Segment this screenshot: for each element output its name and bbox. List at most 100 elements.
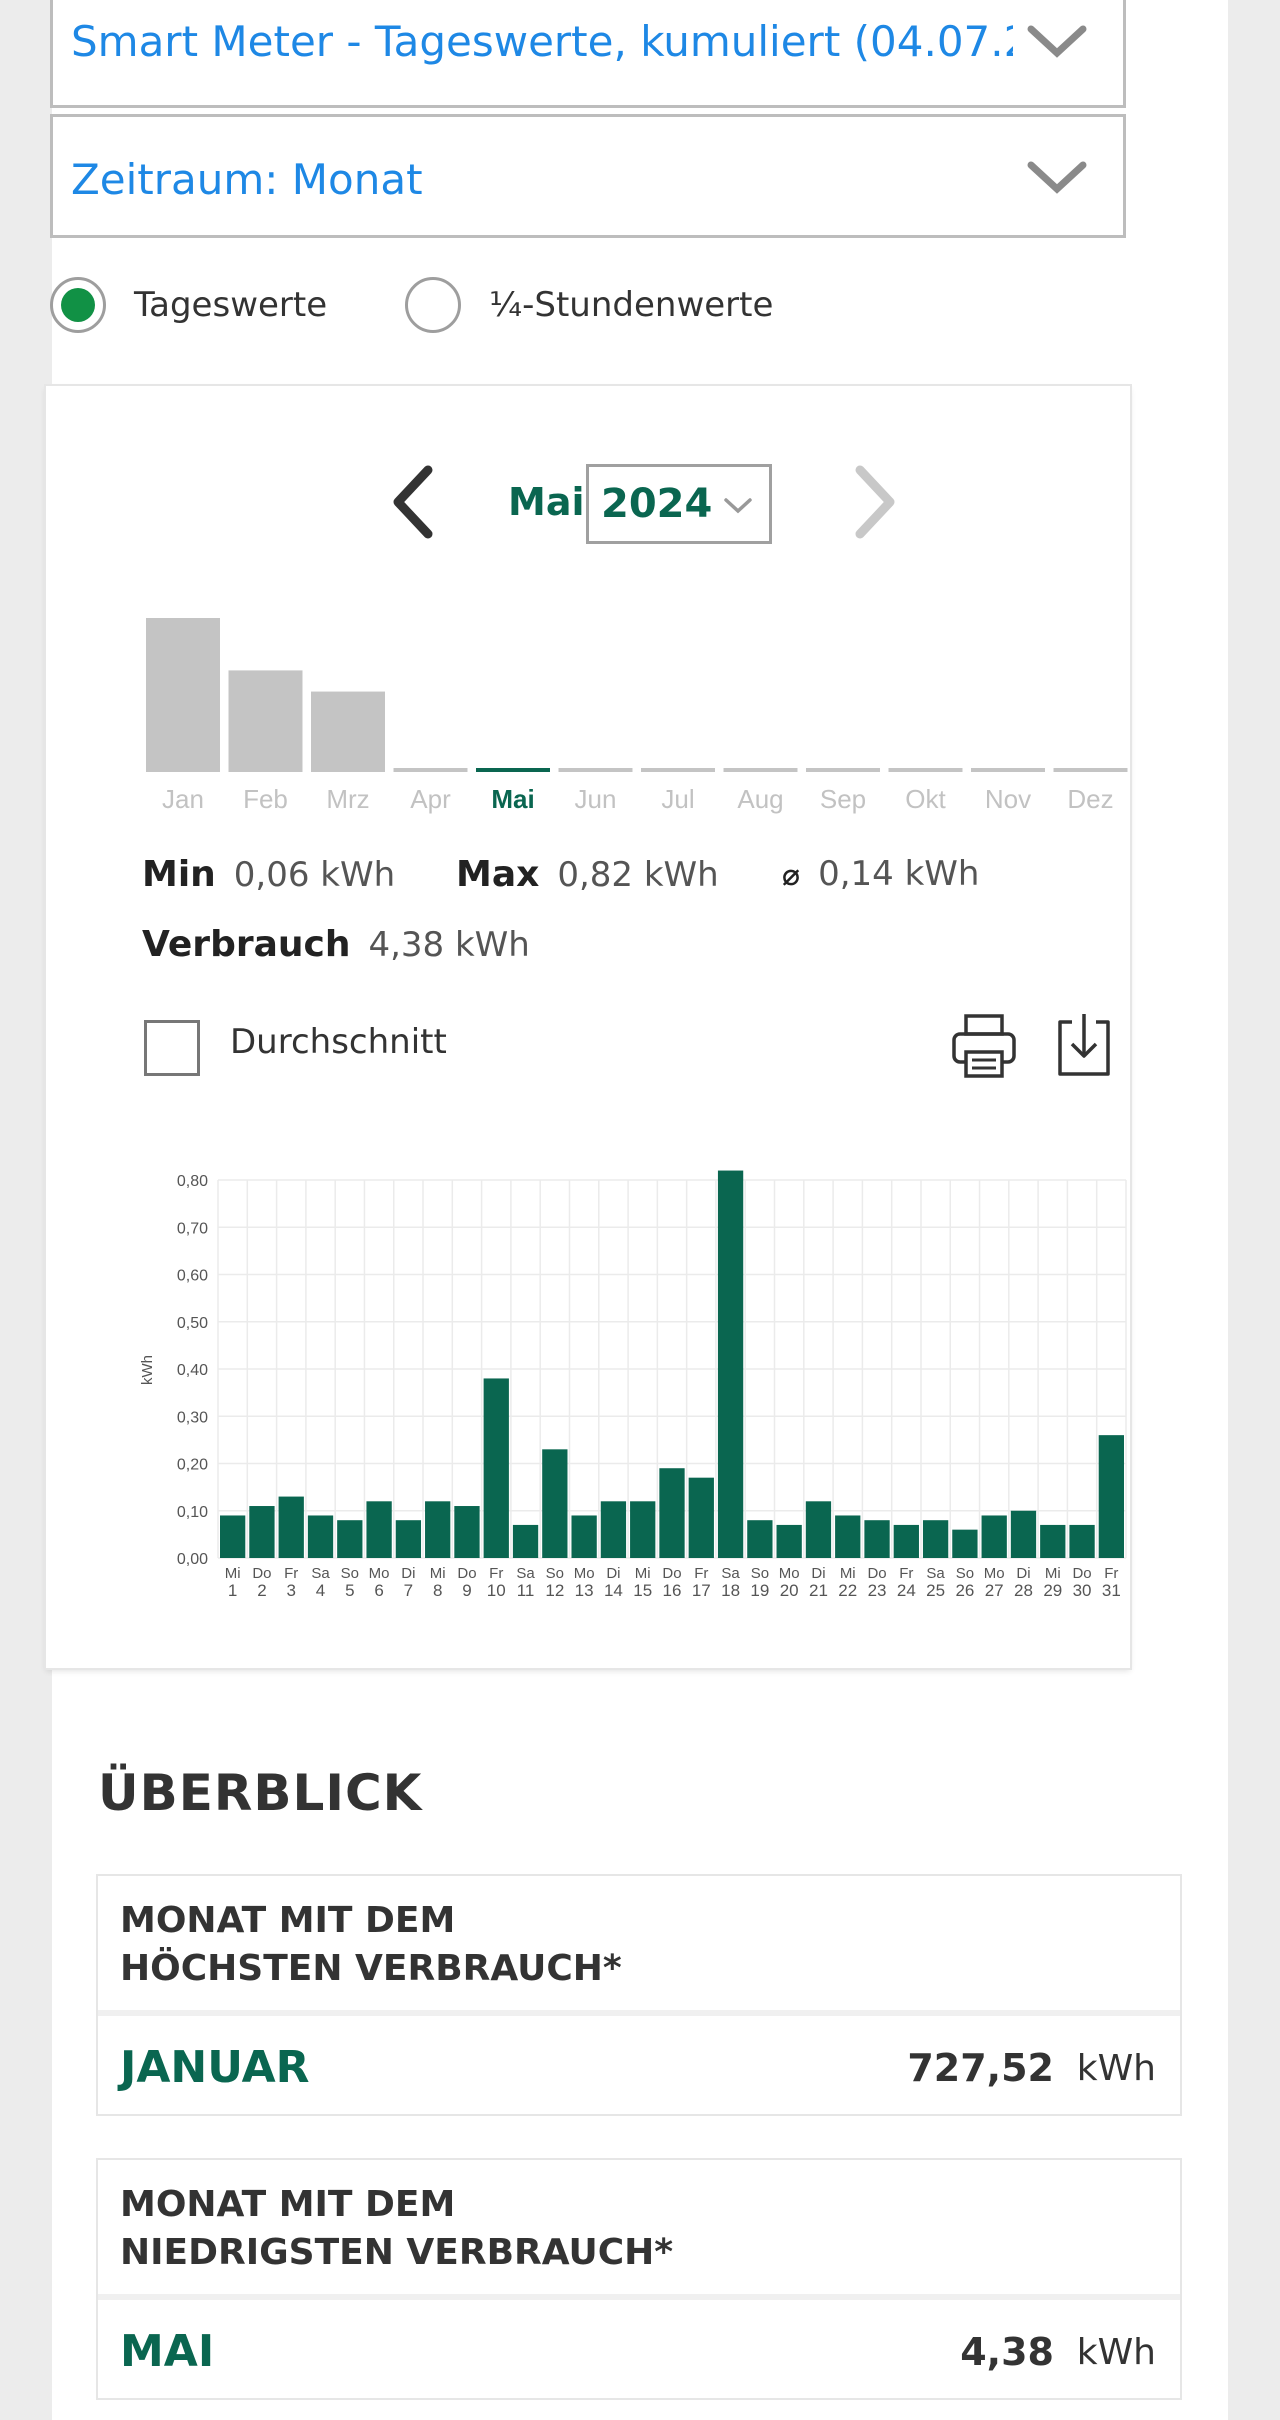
- day-bar: [512, 1524, 539, 1558]
- x-tick-day: 4: [316, 1581, 325, 1600]
- x-tick-weekday: Sa: [926, 1565, 945, 1582]
- stat-min-label: Min: [142, 854, 216, 895]
- day-bar: [835, 1515, 861, 1558]
- day-bar: [395, 1520, 422, 1558]
- month-label-sep[interactable]: Sep: [820, 784, 866, 814]
- x-tick-weekday: Do: [457, 1565, 476, 1582]
- stat-total: Verbrauch 4,38 kWh: [142, 924, 530, 965]
- value-type-radios: Tageswerte ¼-Stundenwerte: [50, 270, 773, 340]
- month-bar-okt[interactable]: [888, 768, 963, 772]
- x-tick-day: 7: [404, 1581, 413, 1600]
- overview-highest-line2: HÖCHSTEN VERBRAUCH*: [120, 1948, 622, 1989]
- overview-title: ÜBERBLICK: [98, 1764, 423, 1822]
- x-tick-day: 3: [286, 1581, 295, 1600]
- x-tick-weekday: Fr: [899, 1565, 913, 1582]
- month-label-apr[interactable]: Apr: [410, 784, 451, 814]
- y-tick-label: 0,50: [177, 1315, 208, 1332]
- month-label-mai[interactable]: Mai: [491, 784, 534, 814]
- month-label-aug[interactable]: Aug: [737, 784, 783, 814]
- day-bar: [1010, 1510, 1037, 1558]
- day-bar: [366, 1501, 392, 1558]
- x-tick-weekday: Mi: [430, 1565, 446, 1582]
- overview-lowest-unit: kWh: [1076, 2332, 1156, 2373]
- day-bar: [337, 1520, 363, 1558]
- month-label-nov[interactable]: Nov: [985, 784, 1031, 814]
- month-bar-sep[interactable]: [806, 768, 880, 772]
- y-tick-label: 0,20: [177, 1457, 208, 1474]
- overview-lowest-value: 4,38: [960, 2330, 1054, 2374]
- x-tick-weekday: Do: [252, 1565, 271, 1582]
- day-bar: [220, 1515, 246, 1558]
- y-tick-label: 0,60: [177, 1268, 208, 1285]
- month-bar-jan[interactable]: [146, 618, 220, 772]
- stat-max-label: Max: [456, 854, 540, 895]
- month-bar-dez[interactable]: [1053, 768, 1128, 772]
- x-tick-weekday: Do: [1072, 1565, 1091, 1582]
- period-select[interactable]: Zeitraum: Monat: [50, 114, 1126, 238]
- x-tick-day: 29: [1043, 1581, 1062, 1600]
- average-icon: ⌀: [782, 858, 801, 893]
- previous-month-arrow[interactable]: [384, 462, 444, 542]
- x-tick-day: 31: [1102, 1581, 1121, 1600]
- day-bar: [249, 1506, 275, 1558]
- month-label-okt[interactable]: Okt: [905, 784, 946, 814]
- month-bar-apr[interactable]: [393, 768, 468, 772]
- month-bar-mai[interactable]: [476, 768, 550, 772]
- x-tick-weekday: Di: [811, 1565, 825, 1582]
- x-tick-day: 16: [663, 1581, 682, 1600]
- radio-selected-dot: [61, 288, 95, 322]
- x-tick-day: 25: [926, 1581, 945, 1600]
- average-checkbox[interactable]: [144, 1020, 200, 1076]
- x-tick-weekday: Mi: [635, 1565, 651, 1582]
- radio-tageswerte[interactable]: [50, 277, 106, 333]
- month-label-jan[interactable]: Jan: [162, 784, 204, 814]
- x-tick-weekday: So: [956, 1565, 974, 1582]
- stat-total-label: Verbrauch: [142, 924, 351, 965]
- year-select[interactable]: 2024: [586, 464, 772, 544]
- download-icon[interactable]: [1048, 1010, 1120, 1082]
- day-bar: [776, 1524, 802, 1558]
- x-tick-weekday: Do: [867, 1565, 886, 1582]
- overview-highest-value: 727,52: [907, 2046, 1054, 2090]
- x-tick-day: 5: [345, 1581, 354, 1600]
- month-label-feb[interactable]: Feb: [243, 784, 288, 814]
- radio-viertelstundenwerte[interactable]: [405, 277, 462, 333]
- x-tick-day: 15: [633, 1581, 652, 1600]
- x-tick-day: 2: [257, 1581, 266, 1600]
- overview-highest-card: MONAT MIT DEM HÖCHSTEN VERBRAUCH* JANUAR…: [98, 1876, 1180, 2114]
- x-tick-weekday: Di: [1016, 1565, 1030, 1582]
- day-bar: [864, 1520, 890, 1558]
- meter-select[interactable]: Smart Meter - Tageswerte, kumuliert (04.…: [50, 0, 1126, 108]
- printer-icon[interactable]: [948, 1010, 1020, 1082]
- overview-highest-month: JANUAR: [120, 2042, 310, 2093]
- month-label-jun[interactable]: Jun: [575, 784, 617, 814]
- x-tick-day: 12: [545, 1581, 564, 1600]
- month-label-jul[interactable]: Jul: [661, 784, 694, 814]
- month-label-mrz[interactable]: Mrz: [326, 784, 369, 814]
- stat-min: Min 0,06 kWh: [142, 854, 395, 895]
- x-tick-weekday: So: [546, 1565, 564, 1582]
- day-bar: [688, 1477, 714, 1558]
- x-tick-day: 22: [838, 1581, 857, 1600]
- month-bar-mrz[interactable]: [311, 691, 385, 772]
- stat-max-value: 0,82 kWh: [557, 855, 719, 895]
- x-tick-day: 27: [985, 1581, 1004, 1600]
- month-bar-nov[interactable]: [971, 768, 1045, 772]
- overview-lowest-month: MAI: [120, 2326, 215, 2377]
- month-bar-aug[interactable]: [723, 768, 798, 772]
- y-tick-label: 0,10: [177, 1504, 208, 1521]
- x-tick-day: 30: [1073, 1581, 1092, 1600]
- overview-highest-unit: kWh: [1076, 2048, 1156, 2089]
- x-tick-weekday: Fr: [489, 1565, 503, 1582]
- month-label-dez[interactable]: Dez: [1067, 784, 1113, 814]
- month-bar-feb[interactable]: [228, 670, 303, 772]
- x-tick-weekday: Mi: [840, 1565, 856, 1582]
- month-bar-jul[interactable]: [641, 768, 715, 772]
- x-tick-weekday: Mi: [225, 1565, 241, 1582]
- stat-max: Max 0,82 kWh: [456, 854, 719, 895]
- next-month-arrow[interactable]: [844, 462, 904, 542]
- month-selector-chart[interactable]: Jan Feb Mrz Apr Mai Jun Jul Aug Sep Okt Nov Dez: [140, 600, 1140, 820]
- meter-select-value: Smart Meter - Tageswerte, kumuliert (04.…: [71, 17, 1013, 66]
- month-bar-jun[interactable]: [558, 768, 633, 772]
- day-bar: [747, 1520, 773, 1558]
